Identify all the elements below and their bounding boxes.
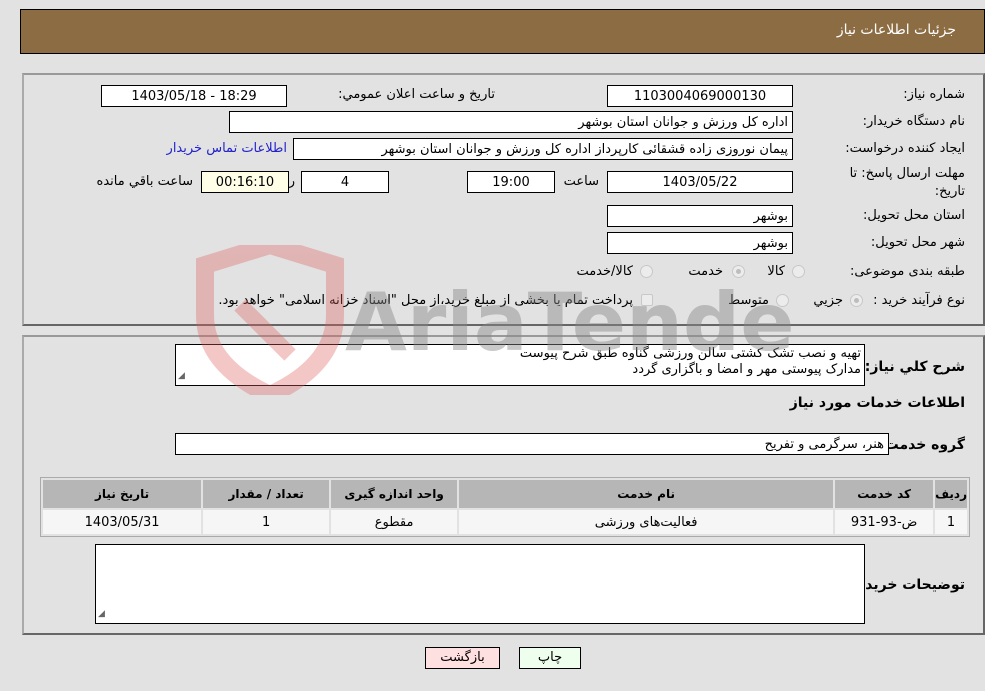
category-goods-service-radio[interactable] bbox=[640, 265, 653, 278]
cell-quantity: 1 bbox=[203, 510, 330, 534]
page-title: جزئیات اطلاعات نیاز bbox=[836, 22, 956, 38]
province-field[interactable]: بوشهر bbox=[607, 205, 793, 227]
description-label: شرح کلي نياز: bbox=[864, 359, 965, 375]
city-field[interactable]: بوشهر bbox=[607, 232, 793, 254]
col-row-number: رديف bbox=[935, 480, 967, 508]
treasury-checkbox[interactable] bbox=[641, 294, 653, 306]
days-remaining-field[interactable]: 4 bbox=[301, 171, 389, 193]
table-row: 1 ض-93-931 فعالیت‌های ورزشی مقطوع 1 1403… bbox=[43, 510, 967, 534]
treasury-label: پرداخت تمام یا بخشی از مبلغ خرید،از محل … bbox=[218, 293, 633, 308]
city-label: شهر محل تحویل: bbox=[870, 235, 965, 250]
service-group-label: گروه خدمت: bbox=[879, 437, 965, 453]
cell-need-date: 1403/05/31 bbox=[43, 510, 202, 534]
deadline-label: مهلت ارسال پاسخ: تا تاریخ: bbox=[849, 166, 965, 199]
time-remaining-field: 00:16:10 bbox=[201, 171, 289, 193]
category-service-radio[interactable] bbox=[732, 265, 745, 278]
need-number-label: شماره نیاز: bbox=[903, 87, 965, 102]
print-button[interactable]: چاپ bbox=[519, 647, 581, 669]
deadline-time-field[interactable]: 19:00 bbox=[467, 171, 555, 193]
col-quantity: تعداد / مقدار bbox=[203, 480, 330, 508]
services-section-title: اطلاعات خدمات مورد نياز bbox=[789, 395, 965, 411]
announce-date-field[interactable]: 1403/05/18 - 18:29 bbox=[101, 85, 287, 107]
creator-label: ايجاد کننده درخواست: bbox=[845, 141, 965, 156]
category-goods-label: کالا bbox=[767, 264, 785, 279]
deadline-time-label: ساعت bbox=[563, 174, 599, 189]
process-minor-label: جزیي bbox=[813, 293, 843, 308]
cell-service-code: ض-93-931 bbox=[835, 510, 934, 534]
need-details-panel: شماره نیاز: 1103004069000130 تاریخ و ساع… bbox=[22, 73, 985, 326]
province-label: استان محل تحویل: bbox=[863, 208, 965, 223]
page-header: جزئیات اطلاعات نیاز bbox=[20, 9, 985, 54]
announce-date-label: تاریخ و ساعت اعلان عمومي: bbox=[338, 87, 495, 102]
process-medium-radio[interactable] bbox=[776, 294, 789, 307]
buyer-contact-link[interactable]: اطلاعات تماس خریدار bbox=[167, 141, 287, 156]
category-goods-service-label: کالا/خدمت bbox=[576, 264, 633, 279]
deadline-date-field[interactable]: 1403/05/22 bbox=[607, 171, 793, 193]
buyer-org-label: نام دستگاه خريدار: bbox=[862, 114, 965, 129]
back-button[interactable]: بازگشت bbox=[425, 647, 500, 669]
col-service-name: نام خدمت bbox=[459, 480, 834, 508]
cell-unit: مقطوع bbox=[331, 510, 458, 534]
resize-grip-icon[interactable]: ◢ bbox=[98, 606, 105, 622]
category-goods-radio[interactable] bbox=[792, 265, 805, 278]
process-medium-label: متوسط bbox=[728, 293, 769, 308]
description-line-1: تهیه و نصب تشک کشتی سالن ورزشی گناوه طبق… bbox=[519, 346, 861, 361]
service-group-field[interactable]: هنر، سرگرمی و تفریح bbox=[175, 433, 889, 455]
category-label: طبقه بندی موضوعی: bbox=[849, 264, 965, 279]
process-label: نوع فرآیند خرید : bbox=[873, 293, 965, 308]
creator-field[interactable]: پیمان نوروزی زاده قشقائی کارپرداز اداره … bbox=[293, 138, 793, 160]
services-table: رديف کد خدمت نام خدمت واحد اندازه گيری ت… bbox=[40, 477, 970, 537]
time-remaining-label: ساعت باقي مانده bbox=[96, 174, 193, 189]
buyer-org-field[interactable]: اداره کل ورزش و جوانان استان بوشهر bbox=[229, 111, 793, 133]
services-panel: شرح کلي نياز: تهیه و نصب تشک کشتی سالن و… bbox=[22, 335, 985, 635]
description-textarea[interactable]: تهیه و نصب تشک کشتی سالن ورزشی گناوه طبق… bbox=[175, 344, 865, 386]
cell-row-number: 1 bbox=[935, 510, 967, 534]
process-minor-radio[interactable] bbox=[850, 294, 863, 307]
col-need-date: تاريخ نياز bbox=[43, 480, 202, 508]
buyer-notes-textarea[interactable]: ◢ bbox=[95, 544, 865, 624]
col-unit: واحد اندازه گيری bbox=[331, 480, 458, 508]
table-header-row: رديف کد خدمت نام خدمت واحد اندازه گيری ت… bbox=[43, 480, 967, 508]
need-number-field[interactable]: 1103004069000130 bbox=[607, 85, 793, 107]
col-service-code: کد خدمت bbox=[835, 480, 934, 508]
description-line-2: مدارک پیوستی مهر و امضا و باگزاری گردد bbox=[632, 362, 861, 377]
cell-service-name: فعالیت‌های ورزشی bbox=[459, 510, 834, 534]
resize-grip-icon[interactable]: ◢ bbox=[178, 368, 185, 384]
category-service-label: خدمت bbox=[688, 264, 723, 279]
